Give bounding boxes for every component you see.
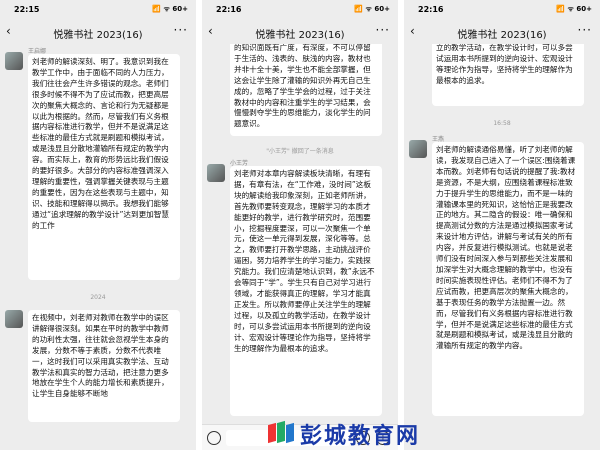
message-bubble[interactable]: 在视频中，刘老师对教师在教学中的误区讲解得很深刻。如果在平时的教学中教师的功利性… xyxy=(28,310,180,422)
message-bubble[interactable]: 刘老师的解读通俗易懂，听了刘老师的解读，我发现自己进入了一个误区:围绕着课本而教… xyxy=(432,142,584,416)
chat-header: ‹ 悦雅书社 2023(16) ··· xyxy=(404,22,600,44)
avatar[interactable] xyxy=(5,310,23,328)
voice-icon[interactable] xyxy=(207,431,221,445)
chat-title: 悦雅书社 2023(16) xyxy=(53,30,143,41)
more-icon[interactable]: ··· xyxy=(578,23,592,37)
signal-battery-icon: 📶 ᯤ 60+ xyxy=(556,5,592,13)
more-icon[interactable]: ··· xyxy=(376,23,390,37)
status-bar: 22:16 📶 ᯤ 60+ xyxy=(202,0,398,22)
message-bubble[interactable]: 刘老师的解读深刻、明了。我意识到我在教学工作中，由于面临不同的人力压力，我们往往… xyxy=(28,54,180,280)
status-bar: 22:15 📶 ᯤ 60+ xyxy=(0,0,196,22)
status-time: 22:16 xyxy=(216,5,242,14)
status-time: 22:16 xyxy=(418,5,444,14)
chat-title: 悦雅书社 2023(16) xyxy=(255,30,345,41)
phone-screen-2: 22:16 📶 ᯤ 60+ ‹ 悦雅书社 2023(16) ··· 的知识面既有… xyxy=(202,0,398,450)
chat-header: ‹ 悦雅书社 2023(16) ··· xyxy=(0,22,196,44)
watermark-logo-icon xyxy=(268,420,296,444)
avatar[interactable] xyxy=(5,52,23,70)
avatar[interactable] xyxy=(207,164,225,182)
avatar[interactable] xyxy=(409,140,427,158)
phone-screen-3: 22:16 📶 ᯤ 60+ ‹ 悦雅书社 2023(16) ··· 立的教学活动… xyxy=(404,0,600,450)
message-bubble[interactable]: 的知识面既有广度，有深度，不可以停留于生活的、浅表的、肤浅的内容，教材也并非十全… xyxy=(230,44,382,136)
message-list[interactable]: 王启娜 刘老师的解读深刻、明了。我意识到我在教学工作中，由于面临不同的人力压力，… xyxy=(0,44,196,450)
recall-notice: "小王芳" 撤回了一条消息 xyxy=(266,148,334,155)
signal-battery-icon: 📶 ᯤ 60+ xyxy=(152,5,188,13)
message-bubble[interactable]: 刘老师对本章内容解读板块清晰，有理有据，有章有法，在“工作难，没时间”这板块的解… xyxy=(230,166,382,416)
timestamp: 2024 xyxy=(90,294,106,301)
watermark: 彭城教育网 xyxy=(300,423,421,449)
message-list[interactable]: 立的教学活动，在教学设计时，可以多尝试运用本书所提到的逆向设计、宏观设计等理论作… xyxy=(404,44,600,450)
chat-title: 悦雅书社 2023(16) xyxy=(457,30,547,41)
chat-header: ‹ 悦雅书社 2023(16) ··· xyxy=(202,22,398,44)
timestamp: 16:58 xyxy=(493,120,511,127)
more-icon[interactable]: ··· xyxy=(174,23,188,37)
message-bubble[interactable]: 立的教学活动，在教学设计时，可以多尝试运用本书所提到的逆向设计、宏观设计等理论作… xyxy=(432,44,584,106)
message-list[interactable]: 的知识面既有广度，有深度，不可以停留于生活的、浅表的、肤浅的内容，教材也并非十全… xyxy=(202,44,398,450)
signal-battery-icon: 📶 ᯤ 60+ xyxy=(354,5,390,13)
status-bar: 22:16 📶 ᯤ 60+ xyxy=(404,0,600,22)
phone-screen-1: 22:15 📶 ᯤ 60+ ‹ 悦雅书社 2023(16) ··· 王启娜 刘老… xyxy=(0,0,196,450)
status-time: 22:15 xyxy=(14,5,40,14)
